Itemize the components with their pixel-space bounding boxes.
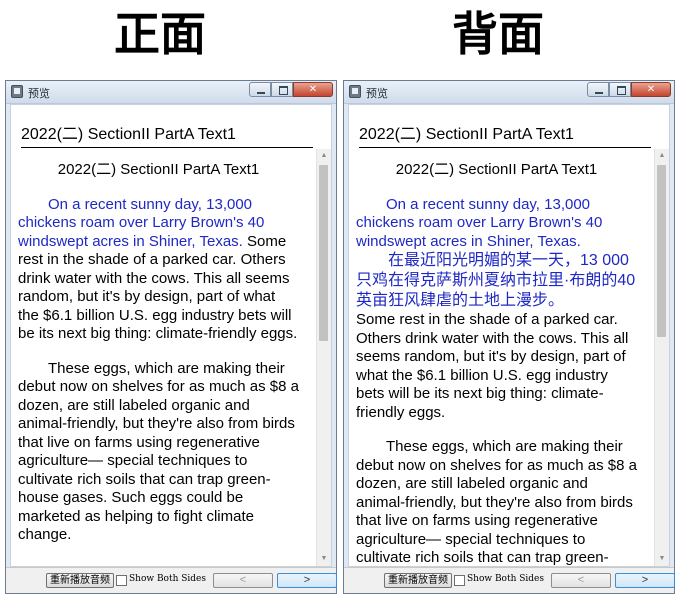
bottom-toolbar: 重新播放音频 Show Both Sides < > (344, 567, 675, 593)
vertical-scrollbar[interactable]: ▲ ▼ (654, 149, 669, 566)
app-icon (11, 85, 23, 98)
text-scroll-area[interactable]: 2022(二) SectionII PartA Text1 On a recen… (11, 149, 331, 566)
chinese-translation: 在最近阳光明媚的某一天，13 000只鸡在得克萨斯州夏纳市拉里·布朗的40英亩狂… (356, 252, 636, 309)
replay-audio-button[interactable]: 重新播放音频 (46, 573, 114, 588)
back-preview-window: 预览 2022(二) SectionII PartA Text1 2022(二)… (343, 80, 675, 594)
previous-button[interactable]: < (213, 573, 273, 588)
text-scroll-area[interactable]: 2022(二) SectionII PartA Text1 On a recen… (349, 149, 669, 566)
front-preview-window: 预览 2022(二) SectionII PartA Text1 2022(二)… (5, 80, 337, 594)
window-controls (249, 82, 333, 98)
paragraph-1: On a recent sunny day, 13,000 chickens r… (356, 196, 637, 423)
show-both-sides-label: Show Both Sides (129, 574, 207, 584)
title-bar[interactable]: 预览 (344, 81, 674, 104)
title-bar[interactable]: 预览 (6, 81, 336, 104)
paragraph-2: These eggs, which are making their debut… (18, 359, 300, 544)
document-title: 2022(二) SectionII PartA Text1 (359, 120, 651, 148)
next-button[interactable]: > (277, 573, 337, 588)
replay-audio-button[interactable]: 重新播放音频 (384, 573, 452, 588)
bottom-toolbar: 重新播放音频 Show Both Sides < > (6, 567, 337, 593)
scroll-down-arrow-icon[interactable]: ▼ (655, 552, 669, 566)
paragraph-text: Some rest in the shade of a parked car. … (356, 311, 629, 421)
close-button[interactable] (293, 82, 333, 97)
highlighted-sentence[interactable]: On a recent sunny day, 13,000 chickens r… (356, 196, 602, 250)
next-button[interactable]: > (615, 573, 675, 588)
show-both-sides-checkbox[interactable] (116, 575, 127, 586)
close-button[interactable] (631, 82, 671, 97)
comparison-figure: 正面 背面 预览 2022(二) SectionII PartA Text1 2… (0, 0, 678, 598)
document-pane: 2022(二) SectionII PartA Text1 2022(二) Se… (348, 104, 670, 567)
scroll-thumb[interactable] (657, 165, 666, 337)
document-title: 2022(二) SectionII PartA Text1 (21, 120, 313, 148)
vertical-scrollbar[interactable]: ▲ ▼ (316, 149, 331, 566)
paragraph-2: These eggs, which are making their debut… (356, 438, 638, 566)
show-both-sides-checkbox[interactable] (454, 575, 465, 586)
app-icon (349, 85, 361, 98)
window-title: 预览 (366, 88, 388, 100)
passage-title: 2022(二) SectionII PartA Text1 (395, 161, 598, 178)
passage-title: 2022(二) SectionII PartA Text1 (57, 161, 260, 178)
previous-button[interactable]: < (551, 573, 611, 588)
scroll-up-arrow-icon[interactable]: ▲ (655, 149, 669, 163)
minimize-button[interactable] (587, 82, 609, 97)
window-title: 预览 (28, 88, 50, 100)
maximize-button[interactable] (271, 82, 293, 97)
show-both-sides-label: Show Both Sides (467, 574, 545, 584)
paragraph-1: On a recent sunny day, 13,000 chickens r… (18, 196, 299, 344)
back-heading: 背面 (452, 7, 544, 61)
highlighted-sentence[interactable]: On a recent sunny day, 13,000 chickens r… (18, 196, 264, 250)
scroll-up-arrow-icon[interactable]: ▲ (317, 149, 331, 163)
scroll-down-arrow-icon[interactable]: ▼ (317, 552, 331, 566)
window-controls (587, 82, 671, 98)
maximize-button[interactable] (609, 82, 631, 97)
scroll-thumb[interactable] (319, 165, 328, 341)
document-pane: 2022(二) SectionII PartA Text1 2022(二) Se… (10, 104, 332, 567)
front-heading: 正面 (114, 7, 206, 61)
minimize-button[interactable] (249, 82, 271, 97)
